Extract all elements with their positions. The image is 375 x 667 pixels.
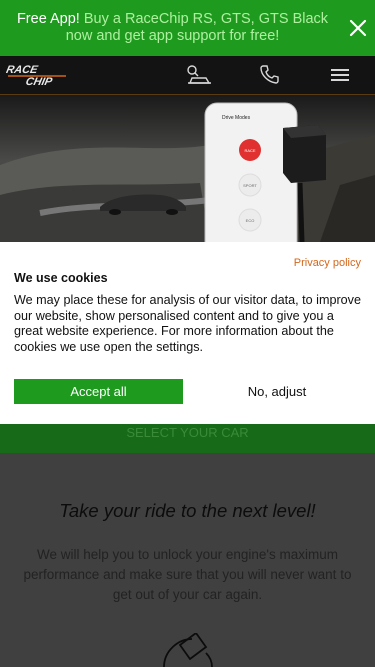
hamburger-menu-icon[interactable] (330, 68, 350, 82)
app-screen-title: Drive Modes (222, 115, 251, 121)
hero-illustration: Drive Modes RACE SPORT ECO (0, 102, 375, 242)
tagline: Take your ride to the next level! (59, 500, 316, 521)
cookie-dialog-body: We may place these for analysis of our v… (14, 293, 361, 354)
promo-banner: Free App! Buy a RaceChip RS, GTS, GTS Bl… (0, 0, 375, 56)
adjust-cookies-button[interactable]: No, adjust (193, 379, 361, 404)
hero-image: Drive Modes RACE SPORT ECO (0, 95, 375, 242)
svg-text:CHIP: CHIP (24, 76, 53, 88)
car-finder-icon[interactable] (184, 64, 214, 86)
phone-icon[interactable] (259, 64, 279, 84)
svg-text:RACE: RACE (244, 148, 255, 153)
free-app-label: Free App! (16, 11, 80, 27)
promo-text[interactable]: Free App! Buy a RaceChip RS, GTS, GTS Bl… (10, 11, 335, 45)
close-icon[interactable] (347, 17, 369, 39)
cookie-dialog-title: We use cookies (14, 271, 108, 285)
description: We will help you to unlock your engine's… (23, 547, 352, 602)
svg-text:ECO: ECO (246, 218, 255, 223)
accept-all-button[interactable]: Accept all (14, 379, 183, 404)
svg-text:RACE: RACE (6, 64, 39, 76)
promo-link-text[interactable]: Buy a RaceChip RS, GTS, GTS Black now an… (66, 11, 328, 44)
select-car-label: SELECT YOUR CAR (126, 425, 249, 440)
racechip-logo[interactable]: RACE CHIP (6, 62, 84, 88)
main-section: Take your ride to the next level! We wil… (0, 453, 375, 667)
svg-text:SPORT: SPORT (243, 183, 257, 188)
cookie-dialog: Privacy policy We use cookies We may pla… (0, 242, 375, 424)
select-car-button[interactable]: SELECT YOUR CAR (0, 424, 375, 453)
privacy-policy-link[interactable]: Privacy policy (294, 257, 361, 269)
site-header: RACE CHIP (0, 56, 375, 95)
speedometer-icon (163, 633, 213, 667)
